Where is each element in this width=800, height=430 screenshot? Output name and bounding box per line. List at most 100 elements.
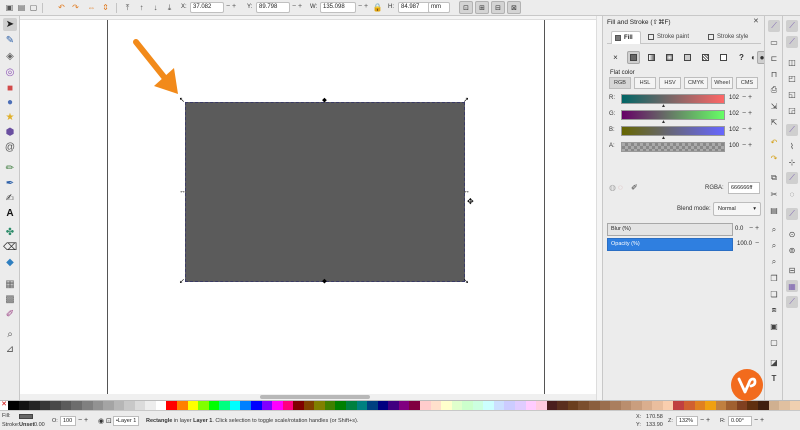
spray-tool-icon[interactable]: ✤ (3, 226, 17, 239)
snap-cusp-icon[interactable]: ⟋ (786, 172, 798, 184)
3d-box-tool-icon[interactable]: ⬢ (3, 126, 17, 139)
palette-swatch[interactable] (789, 401, 800, 410)
palette-swatch[interactable] (662, 401, 674, 410)
green-slider-marker[interactable]: ▲ (661, 119, 666, 125)
layer-visibility-icon[interactable]: ◉ (98, 417, 104, 425)
palette-swatch[interactable] (282, 401, 294, 410)
palette-swatch[interactable] (451, 401, 463, 410)
palette-swatch[interactable] (504, 401, 515, 410)
palette-swatch[interactable] (779, 401, 790, 410)
mesh-gradient-button[interactable] (681, 51, 694, 64)
snap-bbox-center-icon[interactable]: ◲ (786, 104, 798, 116)
snap-smooth-icon[interactable]: ◌ (786, 188, 798, 200)
palette-swatch[interactable] (367, 401, 378, 410)
lower-to-bottom-icon[interactable]: ⤓ (164, 2, 175, 13)
import-icon[interactable]: ⇲ (768, 100, 780, 112)
scale-handle-bottom-left[interactable]: ↙ (179, 278, 185, 285)
palette-swatch[interactable] (198, 401, 209, 410)
x-input[interactable]: 37.082 (190, 2, 224, 13)
snap-page-border-icon[interactable]: ⊟ (786, 264, 798, 276)
lock-icon[interactable]: 🔒 (372, 2, 383, 13)
palette-swatch[interactable] (747, 401, 758, 410)
snap-path-icon[interactable]: ⌇ (786, 140, 798, 152)
flip-vertical-icon[interactable]: ⇕ (100, 2, 111, 13)
palette-swatch[interactable] (92, 401, 104, 410)
snap-bbox-icon[interactable]: ⟋ (786, 36, 798, 48)
palette-swatch[interactable] (113, 401, 125, 410)
palette-swatch[interactable] (18, 401, 30, 410)
palette-swatch[interactable] (546, 401, 558, 410)
cut-icon[interactable]: ✂ (768, 188, 780, 200)
palette-swatch[interactable] (155, 401, 167, 410)
palette-swatch[interactable] (272, 401, 283, 410)
scale-corners-toggle[interactable]: ⊞ (475, 1, 489, 14)
palette-swatch[interactable] (472, 401, 484, 410)
pen-tool-icon[interactable]: ✒ (3, 177, 17, 190)
zoom-input[interactable]: 132% (676, 416, 698, 426)
move-gradients-toggle[interactable]: ⊟ (491, 1, 505, 14)
palette-swatch[interactable] (430, 401, 442, 410)
scale-handle-bottom[interactable]: ⬥ (322, 278, 327, 285)
palette-swatch[interactable] (50, 401, 61, 410)
enable-snapping-icon[interactable]: ⟋ (786, 20, 798, 32)
pencil-tool-icon[interactable]: ✏ (3, 162, 17, 175)
palette-swatch[interactable] (726, 401, 737, 410)
palette-swatch[interactable] (261, 401, 273, 410)
mode-hsv[interactable]: HSV (659, 77, 681, 89)
zoom-stepper[interactable]: − + (700, 417, 710, 424)
palette-swatch[interactable] (768, 401, 780, 410)
fill-indicator-swatch[interactable] (19, 414, 33, 419)
flat-color-button[interactable] (627, 51, 640, 64)
save-icon[interactable]: ⊓ (768, 68, 780, 80)
rectangle-tool-icon[interactable]: ■ (3, 82, 17, 95)
palette-swatch[interactable] (187, 401, 199, 410)
rgba-input[interactable]: 666666ff (728, 182, 760, 194)
y-input[interactable]: 89.798 (256, 2, 290, 13)
palette-swatch[interactable] (303, 401, 315, 410)
palette-swatch[interactable] (145, 401, 156, 410)
palette-swatch[interactable] (515, 401, 526, 410)
palette-swatch[interactable] (177, 401, 188, 410)
opacity-status-stepper[interactable]: − + (78, 417, 88, 424)
palette-swatch[interactable] (250, 401, 262, 410)
scale-handle-top-left[interactable]: ↖ (179, 97, 185, 104)
select-all-icon[interactable]: ▣ (4, 2, 15, 13)
width-stepper[interactable]: − + (358, 3, 368, 10)
zoom-tool-icon[interactable]: ◎ (3, 66, 17, 79)
undo-icon[interactable]: ↶ (768, 136, 780, 148)
rotate-cw-icon[interactable]: ↷ (70, 2, 81, 13)
pattern-button[interactable] (699, 51, 712, 64)
palette-swatch[interactable] (134, 401, 146, 410)
mode-hsl[interactable]: HSL (634, 77, 656, 89)
raise-to-top-icon[interactable]: ⤒ (122, 2, 133, 13)
palette-swatch[interactable] (536, 401, 547, 410)
eraser-tool-icon[interactable]: ⌫ (3, 241, 17, 254)
snap-intersection-icon[interactable]: ⊹ (786, 156, 798, 168)
palette-swatch[interactable] (419, 401, 431, 410)
red-slider[interactable] (621, 94, 725, 104)
clone-icon[interactable]: ❏ (768, 288, 780, 300)
snap-grid-icon[interactable]: ▦ (786, 280, 798, 292)
opacity-value[interactable]: 100.0 (737, 241, 752, 247)
palette-swatch[interactable] (715, 401, 727, 410)
bucket-tool-icon[interactable]: ◆ (3, 256, 17, 269)
blue-value[interactable]: 102 (729, 127, 739, 133)
no-color-swatch[interactable]: ✕ (0, 401, 8, 410)
palette-swatch[interactable] (736, 401, 748, 410)
snap-nodes-icon[interactable]: ⟋ (786, 124, 798, 136)
palette-swatch[interactable] (219, 401, 230, 410)
unlink-clone-icon[interactable]: ⧈ (768, 304, 780, 316)
rotation-stepper[interactable]: − + (754, 417, 764, 424)
palette-swatch[interactable] (631, 401, 642, 410)
scale-handle-top[interactable]: ⬥ (322, 97, 327, 104)
blend-mode-select[interactable]: Normal ▾ (713, 202, 761, 216)
palette-swatch[interactable] (757, 401, 769, 410)
blur-value[interactable]: 0.0 (735, 226, 743, 232)
palette-swatch[interactable] (71, 401, 82, 410)
palette-swatch[interactable] (588, 401, 600, 410)
palette-swatch[interactable] (314, 401, 325, 410)
palette-swatch[interactable] (124, 401, 135, 410)
mode-cmyk[interactable]: CMYK (684, 77, 708, 89)
palette-swatch[interactable] (525, 401, 537, 410)
palette-swatch[interactable] (567, 401, 579, 410)
